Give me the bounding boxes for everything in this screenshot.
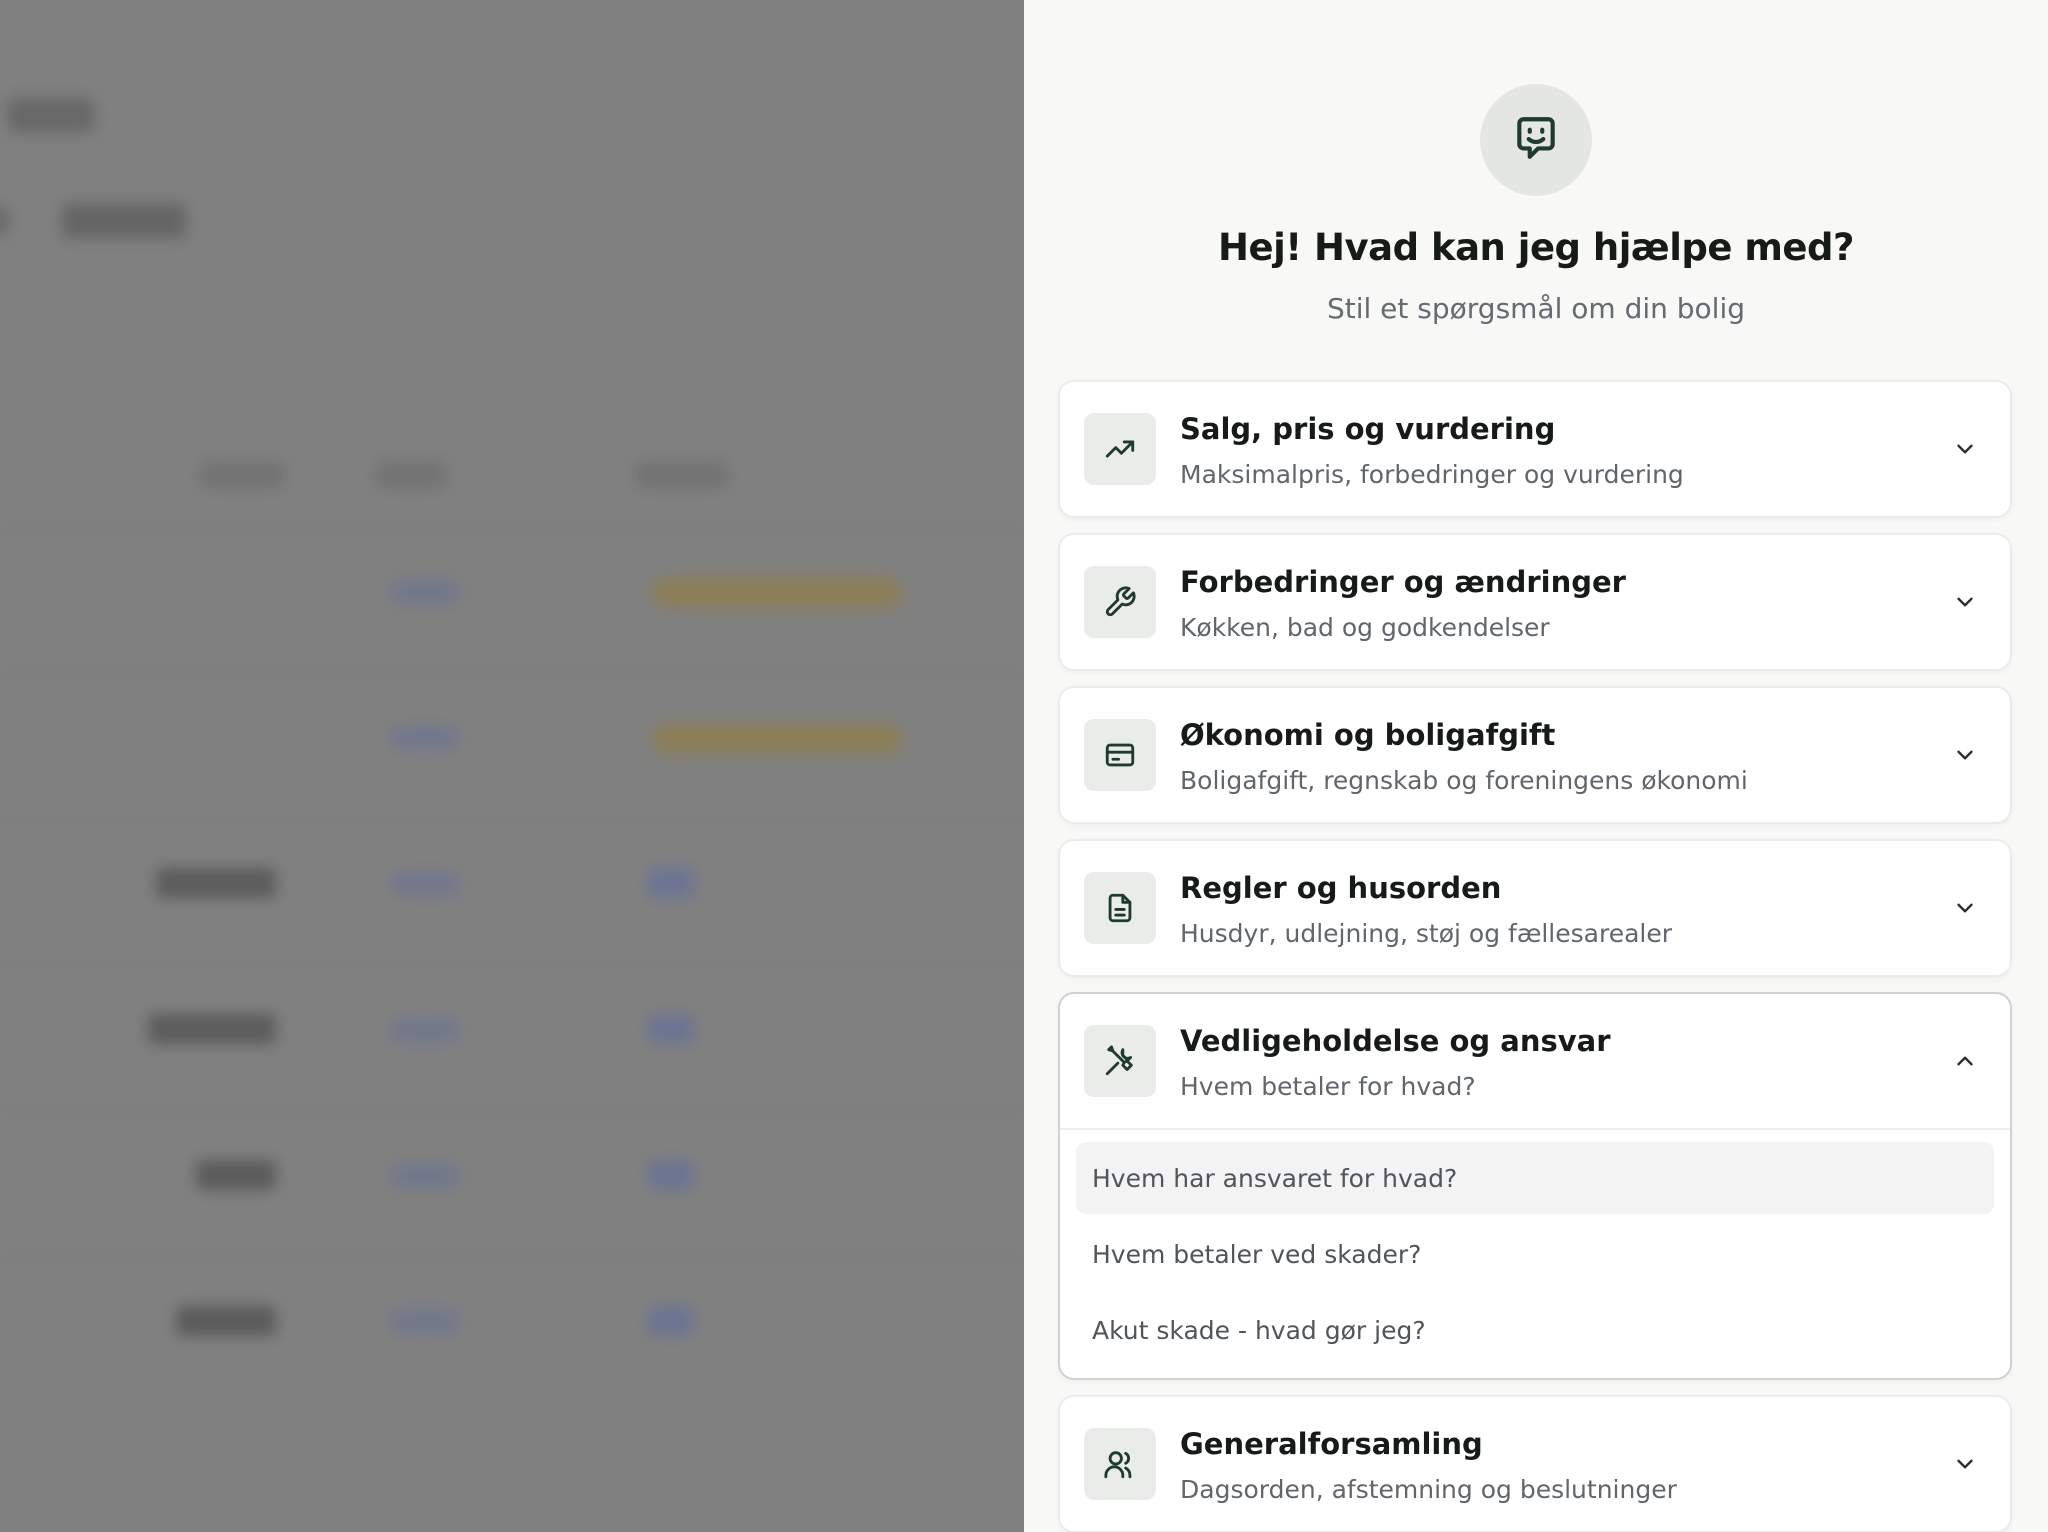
chevron-down-icon[interactable] bbox=[1948, 738, 1982, 772]
chat-smile-icon bbox=[1511, 113, 1561, 167]
background-cell-blur bbox=[176, 1306, 276, 1336]
background-status-pill bbox=[648, 1160, 694, 1190]
category-title: Økonomi og boligafgift bbox=[1180, 718, 1556, 752]
category-card-salg[interactable]: Salg, pris og vurdering Maksimalpris, fo… bbox=[1058, 380, 2012, 518]
background-row-divider bbox=[0, 528, 1024, 530]
category-card-regler[interactable]: Regler og husorden Husdyr, udlejning, st… bbox=[1058, 839, 2012, 977]
category-header[interactable]: Økonomi og boligafgift Boligafgift, regn… bbox=[1060, 688, 2010, 822]
background-tab-blur bbox=[62, 204, 186, 238]
background-cell-blur bbox=[390, 726, 460, 750]
background-status-pill bbox=[652, 724, 902, 754]
category-header[interactable]: Vedligeholdelse og ansvar Hvem betaler f… bbox=[1060, 994, 2010, 1128]
wallet-icon bbox=[1084, 719, 1156, 791]
background-status-pill bbox=[648, 868, 694, 898]
category-card-generalforsamling[interactable]: Generalforsamling Dagsorden, afstemning … bbox=[1058, 1395, 2012, 1532]
category-header[interactable]: Salg, pris og vurdering Maksimalpris, fo… bbox=[1060, 382, 2010, 516]
background-column-header bbox=[376, 462, 446, 488]
category-header[interactable]: Forbedringer og ændringer Køkken, bad og… bbox=[1060, 535, 2010, 669]
background-cell-blur bbox=[390, 580, 460, 604]
blurred-background-page bbox=[0, 0, 1024, 1532]
background-cell-blur bbox=[390, 1018, 460, 1042]
document-icon bbox=[1084, 872, 1156, 944]
chevron-down-icon[interactable] bbox=[1948, 1447, 1982, 1481]
category-subtitle: Boligafgift, regnskab og foreningens øko… bbox=[1180, 766, 1748, 795]
category-title: Salg, pris og vurdering bbox=[1180, 412, 1556, 446]
category-subtitle: Køkken, bad og godkendelser bbox=[1180, 613, 1550, 642]
background-cell-blur bbox=[390, 1310, 460, 1334]
chevron-down-icon[interactable] bbox=[1948, 585, 1982, 619]
question-item[interactable]: Hvem har ansvaret for hvad? bbox=[1076, 1142, 1994, 1214]
users-icon bbox=[1084, 1428, 1156, 1500]
category-subtitle: Dagsorden, afstemning og beslutninger bbox=[1180, 1475, 1677, 1504]
background-row-divider bbox=[0, 964, 1024, 966]
category-title: Vedligeholdelse og ansvar bbox=[1180, 1024, 1611, 1058]
background-title-blur bbox=[8, 98, 94, 132]
category-subtitle: Maksimalpris, forbedringer og vurdering bbox=[1180, 460, 1684, 489]
assistant-panel: Hej! Hvad kan jeg hjælpe med? Stil et sp… bbox=[1024, 0, 2048, 1532]
category-card-forbedringer[interactable]: Forbedringer og ændringer Køkken, bad og… bbox=[1058, 533, 2012, 671]
category-title: Generalforsamling bbox=[1180, 1427, 1483, 1461]
question-item[interactable]: Akut skade - hvad gør jeg? bbox=[1076, 1294, 1994, 1366]
chevron-down-icon[interactable] bbox=[1948, 432, 1982, 466]
assistant-avatar bbox=[1480, 84, 1592, 196]
background-row-divider bbox=[0, 1256, 1024, 1258]
background-tab-blur bbox=[0, 208, 8, 234]
background-column-header bbox=[200, 462, 284, 488]
chevron-down-icon[interactable] bbox=[1948, 891, 1982, 925]
background-row-divider bbox=[0, 818, 1024, 820]
background-cell-blur bbox=[148, 1014, 276, 1044]
background-status-pill bbox=[648, 1014, 694, 1044]
category-title: Forbedringer og ændringer bbox=[1180, 565, 1626, 599]
assistant-heading: Hej! Hvad kan jeg hjælpe med? bbox=[1218, 226, 1854, 269]
background-column-header bbox=[636, 462, 728, 488]
trending-up-icon bbox=[1084, 413, 1156, 485]
background-status-pill bbox=[648, 1306, 694, 1336]
background-cell-blur bbox=[196, 1160, 276, 1190]
category-subtitle: Hvem betaler for hvad? bbox=[1180, 1072, 1476, 1101]
wrench-icon bbox=[1084, 566, 1156, 638]
background-row-divider bbox=[0, 1110, 1024, 1112]
background-cell-blur bbox=[390, 872, 460, 896]
tools-icon bbox=[1084, 1025, 1156, 1097]
category-subtitle: Husdyr, udlejning, støj og fællesarealer bbox=[1180, 919, 1673, 948]
category-card-okonomi[interactable]: Økonomi og boligafgift Boligafgift, regn… bbox=[1058, 686, 2012, 824]
background-row-divider bbox=[0, 672, 1024, 674]
category-header[interactable]: Regler og husorden Husdyr, udlejning, st… bbox=[1060, 841, 2010, 975]
category-title: Regler og husorden bbox=[1180, 871, 1502, 905]
category-header[interactable]: Generalforsamling Dagsorden, afstemning … bbox=[1060, 1397, 2010, 1531]
chevron-up-icon[interactable] bbox=[1948, 1044, 1982, 1078]
assistant-subheading: Stil et spørgsmål om din bolig bbox=[1326, 292, 1746, 325]
background-cell-blur bbox=[390, 1164, 460, 1188]
question-item[interactable]: Hvem betaler ved skader? bbox=[1076, 1218, 1994, 1290]
background-status-pill bbox=[652, 578, 902, 608]
background-cell-blur bbox=[156, 868, 276, 898]
category-card-vedligeholdelse[interactable]: Vedligeholdelse og ansvar Hvem betaler f… bbox=[1058, 992, 2012, 1380]
